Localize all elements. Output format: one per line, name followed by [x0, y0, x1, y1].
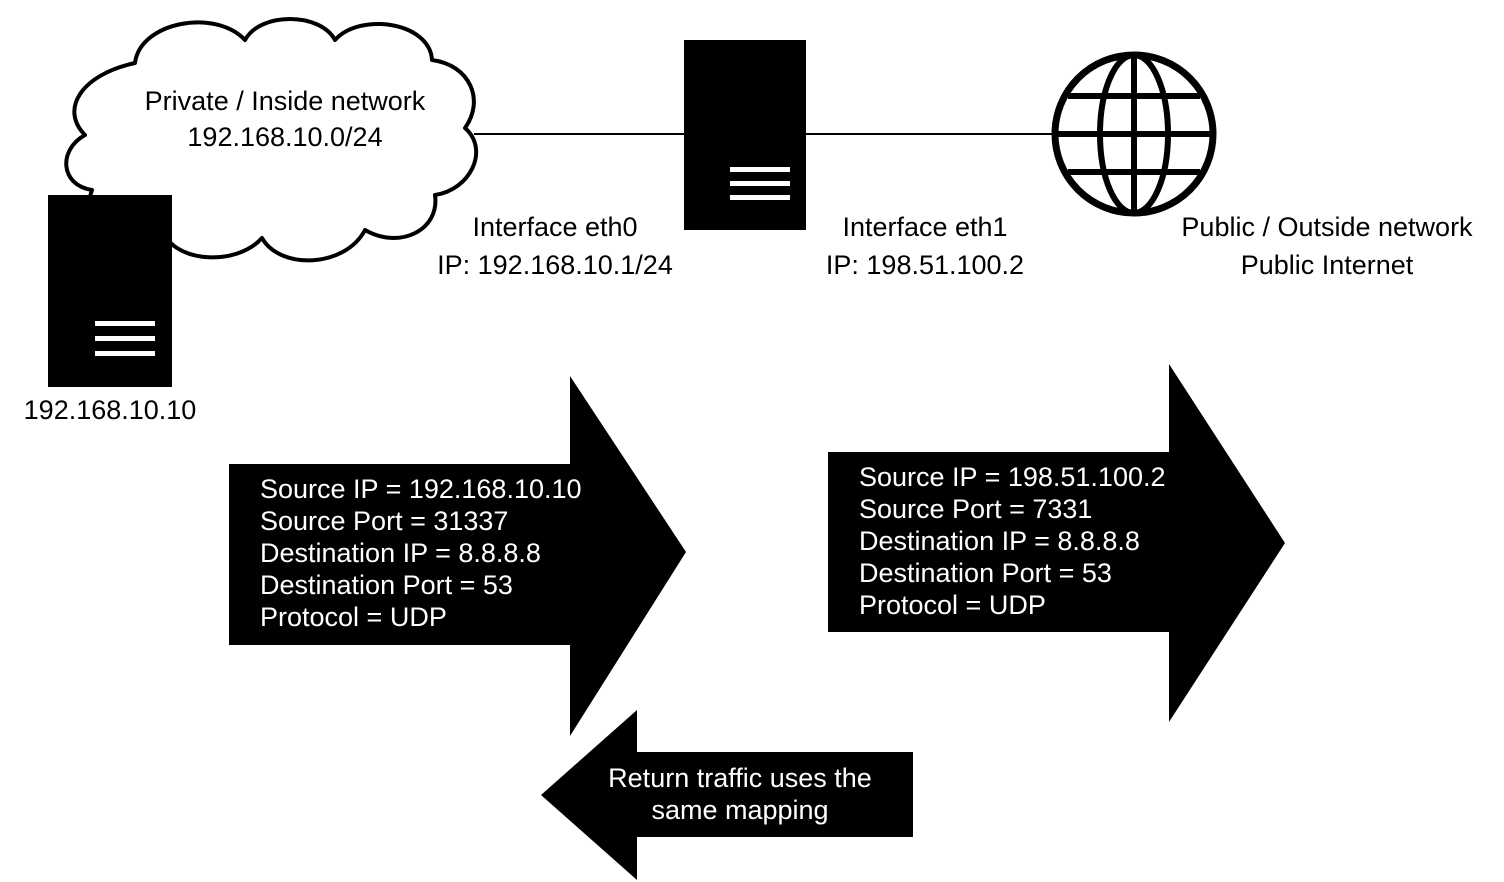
inside-destination-port: Destination Port = 53	[260, 570, 513, 600]
cloud-title: Private / Inside network	[144, 86, 426, 116]
return-traffic-label: Return traffic uses the same mapping	[590, 762, 890, 826]
eth0-ip: IP: 192.168.10.1/24	[437, 250, 673, 280]
outside-destination-ip: Destination IP = 8.8.8.8	[859, 526, 1140, 556]
outside-source-ip: Source IP = 198.51.100.2	[859, 462, 1166, 492]
cloud-subnet: 192.168.10.0/24	[187, 122, 383, 152]
return-line-2: same mapping	[651, 795, 829, 825]
outside-packet-details: Source IP = 198.51.100.2 Source Port = 7…	[859, 461, 1166, 621]
outside-destination-port: Destination Port = 53	[859, 558, 1112, 588]
host-ip-label: 192.168.10.10	[23, 395, 197, 425]
inside-source-port: Source Port = 31337	[260, 506, 509, 536]
inside-destination-ip: Destination IP = 8.8.8.8	[260, 538, 541, 568]
host-server-icon	[48, 195, 172, 387]
eth0-name: Interface eth0	[472, 212, 638, 242]
inside-source-ip: Source IP = 192.168.10.10	[260, 474, 582, 504]
inside-packet-details: Source IP = 192.168.10.10 Source Port = …	[260, 473, 582, 633]
return-line-1: Return traffic uses the	[608, 763, 872, 793]
internet-subtitle: Public Internet	[1240, 250, 1414, 280]
router-icon	[684, 40, 806, 230]
outside-source-port: Source Port = 7331	[859, 494, 1093, 524]
internet-title: Public / Outside network	[1181, 212, 1473, 242]
globe-icon	[1051, 51, 1217, 217]
inside-protocol: Protocol = UDP	[260, 602, 447, 632]
eth1-ip: IP: 198.51.100.2	[825, 250, 1025, 280]
eth1-name: Interface eth1	[842, 212, 1008, 242]
outside-protocol: Protocol = UDP	[859, 590, 1046, 620]
